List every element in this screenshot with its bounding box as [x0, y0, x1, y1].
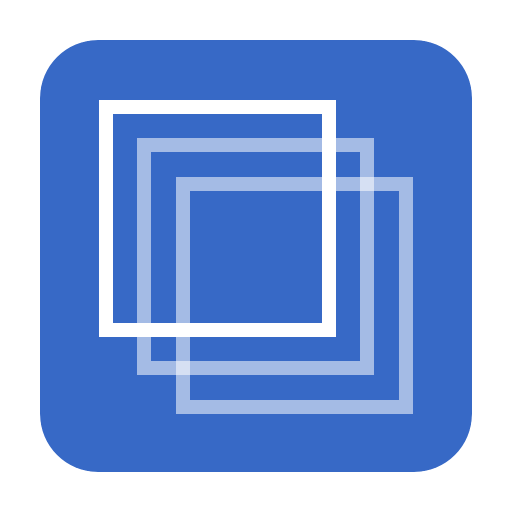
stacked-squares-icon — [40, 40, 472, 472]
app-icon — [40, 40, 472, 472]
icon-canvas — [0, 0, 512, 512]
